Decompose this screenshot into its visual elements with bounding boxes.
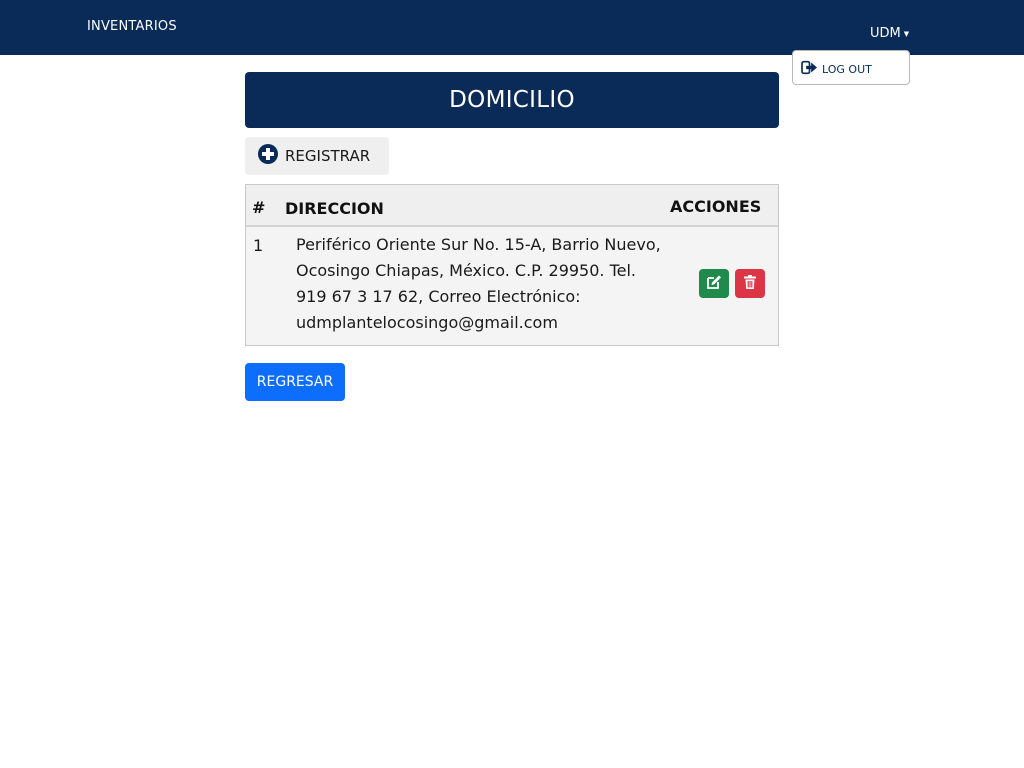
- row-number: 1: [253, 236, 264, 255]
- header-actions: ACCIONES: [670, 197, 762, 216]
- edit-icon: [706, 274, 722, 294]
- register-button[interactable]: REGISTRAR: [245, 137, 389, 175]
- user-menu-toggle[interactable]: UDM ▼: [870, 26, 909, 41]
- delete-button[interactable]: [735, 269, 765, 298]
- caret-down-icon: ▼: [903, 29, 910, 38]
- edit-button[interactable]: [699, 269, 729, 298]
- user-dropdown-menu: LOG OUT: [792, 50, 910, 85]
- back-button[interactable]: REGRESAR: [245, 363, 345, 401]
- brand-link[interactable]: INVENTARIOS: [87, 19, 177, 34]
- logout-label: LOG OUT: [822, 62, 872, 76]
- row-address: Periférico Oriente Sur No. 15-A, Barrio …: [296, 235, 661, 332]
- register-label: REGISTRAR: [285, 147, 371, 165]
- table-header: # DIRECCION ACCIONES: [246, 185, 778, 227]
- logout-menu-item[interactable]: LOG OUT: [801, 60, 872, 78]
- header-number: #: [252, 198, 266, 217]
- address-table: # DIRECCION ACCIONES 1 Periférico Orient…: [245, 184, 779, 346]
- page-title: DOMICILIO: [449, 87, 575, 113]
- user-menu-label: UDM: [870, 26, 901, 41]
- plus-circle-icon: [257, 143, 279, 169]
- navbar: INVENTARIOS UDM ▼: [0, 0, 1024, 55]
- trash-icon: [742, 274, 758, 294]
- sign-out-icon: [801, 60, 818, 78]
- page-title-bar: DOMICILIO: [245, 72, 779, 128]
- header-address: DIRECCION: [285, 199, 384, 218]
